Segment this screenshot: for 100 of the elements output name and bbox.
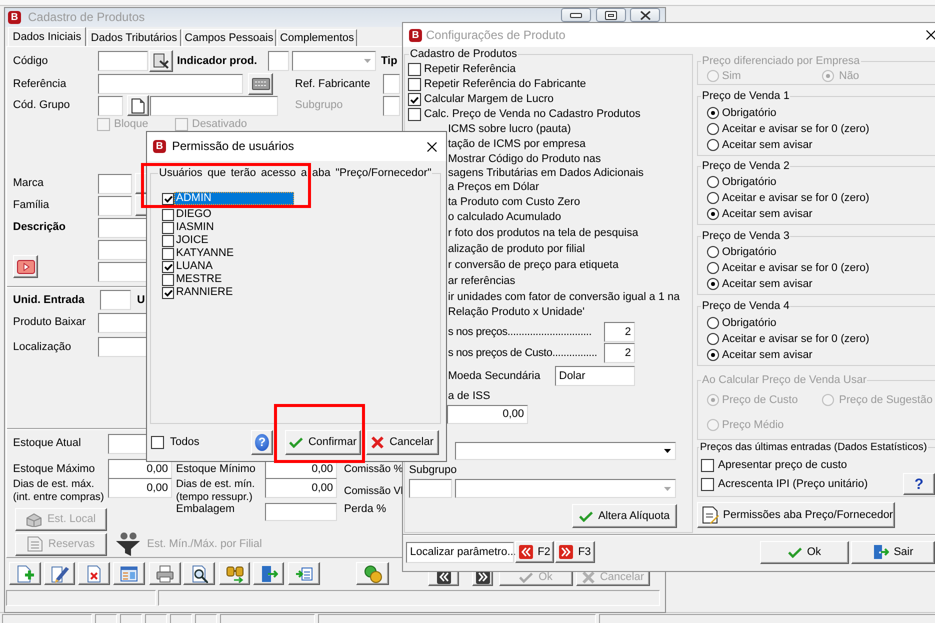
input-field[interactable]: 2 (604, 322, 635, 342)
radio-button[interactable] (707, 176, 719, 188)
list-item[interactable]: DIEGO (174, 208, 294, 221)
radio-button[interactable] (707, 333, 719, 345)
dropdown-field[interactable] (455, 442, 676, 460)
minimize-button[interactable] (561, 8, 591, 22)
keyboard-button[interactable] (248, 73, 273, 95)
input-field[interactable] (98, 96, 123, 116)
toolbar-button[interactable] (149, 562, 181, 585)
input-field[interactable] (98, 196, 132, 216)
input-field[interactable] (98, 74, 243, 94)
toolbar-button[interactable] (356, 562, 389, 585)
radio-button[interactable] (707, 349, 719, 361)
input-field[interactable] (98, 174, 132, 194)
next-button[interactable]: F3 (555, 541, 595, 563)
rate-button[interactable]: Altera Alíquota (572, 504, 677, 528)
input-field[interactable]: Dolar (555, 366, 635, 386)
dropdown-field[interactable] (455, 479, 676, 498)
confirm-button[interactable]: Confirmar (285, 430, 361, 455)
field-label: Família (13, 199, 50, 212)
input-field[interactable] (98, 51, 148, 71)
input-field[interactable] (265, 503, 337, 521)
checkbox[interactable] (162, 234, 174, 246)
radio-button[interactable] (707, 192, 719, 204)
radio-button[interactable] (707, 317, 719, 329)
magnifier-icon (190, 564, 208, 582)
input-field[interactable] (100, 290, 131, 310)
radio-button[interactable] (707, 246, 719, 258)
toolbar-button[interactable] (9, 562, 41, 585)
option-label: Repetir Referência (424, 63, 516, 76)
toolbar-button[interactable] (219, 562, 250, 585)
input-field[interactable] (409, 479, 452, 498)
tab[interactable]: Complementos (277, 29, 357, 46)
input-field[interactable] (268, 51, 289, 71)
close-icon[interactable] (926, 30, 935, 40)
code-button[interactable] (149, 50, 173, 72)
toolbar-button[interactable] (44, 562, 75, 585)
tab[interactable]: Campos Pessoais (182, 29, 276, 46)
checkbox[interactable] (408, 63, 421, 76)
tab[interactable]: Dados Tributários (87, 29, 181, 46)
checkbox[interactable] (408, 78, 421, 91)
toolbar-button[interactable] (113, 562, 145, 585)
radio-button[interactable] (707, 123, 719, 135)
checkbox[interactable] (162, 222, 174, 234)
previous-button[interactable]: F2 (515, 541, 554, 563)
double-right-icon (559, 545, 574, 559)
checkbox[interactable] (162, 274, 174, 286)
list-item[interactable]: LUANA (174, 260, 294, 273)
input-field[interactable]: 2 (604, 343, 635, 363)
input-field[interactable] (150, 96, 278, 116)
input-field[interactable]: 0,00 (108, 478, 172, 498)
checkbox[interactable] (162, 208, 174, 220)
checkbox[interactable] (162, 192, 174, 204)
radio-button[interactable] (707, 278, 719, 290)
play-button[interactable] (13, 255, 38, 278)
close-icon[interactable] (427, 142, 437, 152)
option-label: tação de ICMS por empresa (448, 138, 586, 151)
radio-button[interactable] (707, 107, 719, 119)
input-field[interactable]: 0,00 (265, 478, 337, 498)
ok-button[interactable]: Ok (760, 540, 849, 564)
radio-button[interactable] (707, 139, 719, 151)
tab[interactable]: Dados Iniciais (8, 27, 86, 46)
checkbox[interactable] (151, 436, 164, 449)
checkbox[interactable] (701, 459, 714, 472)
checkbox[interactable] (701, 478, 714, 490)
checkbox[interactable] (162, 248, 174, 260)
list-item[interactable]: RANNIERE (174, 286, 294, 299)
checkbox[interactable] (162, 260, 174, 272)
group-title: Cadastro de Produtos (409, 48, 518, 61)
checkbox[interactable] (408, 93, 421, 106)
help-button[interactable]: ? (903, 473, 935, 495)
list-item[interactable]: ADMIN (174, 192, 294, 205)
checkbox[interactable] (408, 108, 421, 121)
radio-button[interactable] (707, 262, 719, 274)
group-title: Preço de Venda 3 (701, 230, 790, 243)
option-label: Preço de Sugestão (839, 394, 933, 406)
toolbar-button[interactable] (78, 562, 110, 585)
checkbox[interactable] (162, 286, 174, 298)
search-field[interactable]: Localizar parâmetro... (406, 542, 514, 562)
field-label: Produto Baixar (13, 316, 87, 329)
list-item[interactable]: IASMIN (174, 221, 294, 234)
radio-button[interactable] (707, 208, 719, 220)
list-item[interactable]: JOICE (174, 234, 294, 247)
exit-button[interactable]: Sair (851, 540, 935, 564)
toolbar-button[interactable] (253, 562, 284, 585)
toolbar-button[interactable] (183, 562, 215, 585)
input-field[interactable] (383, 96, 400, 116)
close-button[interactable] (630, 8, 660, 22)
toolbar-button[interactable] (288, 562, 320, 585)
input-field[interactable] (383, 74, 400, 94)
list-item[interactable]: MESTRE (174, 273, 294, 286)
cancel-button[interactable]: Cancelar (366, 430, 439, 455)
restore-button[interactable] (596, 8, 626, 22)
dropdown-field[interactable] (292, 51, 376, 71)
option-label: Obrigatório (722, 316, 776, 330)
document-icon (701, 506, 719, 524)
group-button[interactable] (127, 95, 149, 116)
list-item[interactable]: KATYANNE (174, 247, 294, 260)
input-field[interactable]: 0,00 (447, 405, 528, 424)
permissions-button[interactable]: Permissões aba Preço/Fornecedor (697, 502, 895, 528)
